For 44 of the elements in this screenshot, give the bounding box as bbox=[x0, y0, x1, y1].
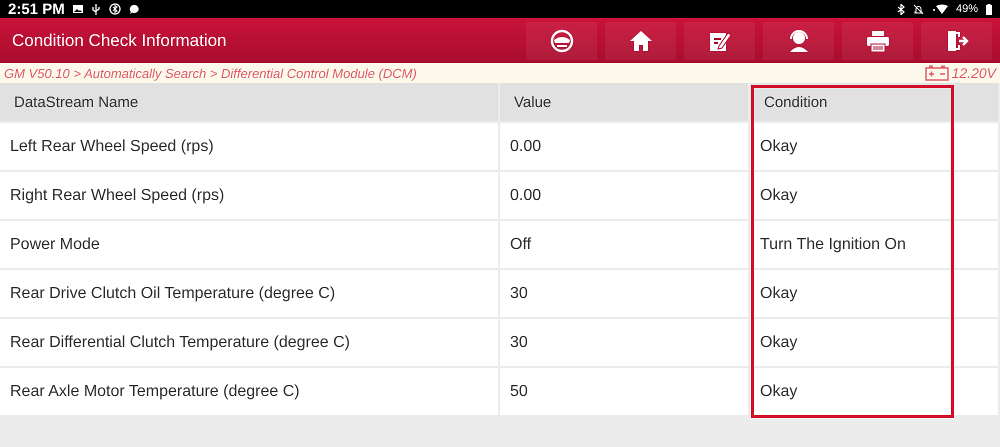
battery-voltage: 12.20V bbox=[952, 65, 996, 81]
table-cell: Turn The Ignition On bbox=[750, 219, 1000, 268]
wifi-icon bbox=[932, 4, 948, 14]
steering-wheel-car-icon bbox=[550, 28, 574, 52]
edit-note-button[interactable] bbox=[684, 22, 755, 60]
table-cell: 50 bbox=[500, 366, 750, 415]
table-cell: Rear Axle Motor Temperature (degree C) bbox=[0, 366, 500, 415]
table-cell: 0.00 bbox=[500, 121, 750, 170]
clock-time: 2:51 PM bbox=[8, 0, 65, 18]
table-cell: Okay bbox=[750, 268, 1000, 317]
image-icon bbox=[72, 4, 83, 14]
battery-percent: 49% bbox=[956, 3, 978, 15]
screen-title: Condition Check Information bbox=[12, 30, 228, 50]
table-cell: 0.00 bbox=[500, 170, 750, 219]
table-cell: Okay bbox=[750, 170, 1000, 219]
printer-button[interactable] bbox=[842, 22, 913, 60]
exit-door-button[interactable] bbox=[921, 22, 992, 60]
table-cell: Okay bbox=[750, 121, 1000, 170]
bluetooth-icon bbox=[896, 4, 905, 14]
breadcrumb-path: GM V50.10 > Automatically Search > Differential Control Module (DCM) bbox=[4, 66, 417, 80]
table-cell: Rear Drive Clutch Oil Temperature (degree C) bbox=[0, 268, 500, 317]
home-icon bbox=[628, 28, 652, 52]
column-header: Condition bbox=[750, 83, 1000, 121]
chat-bubble-icon bbox=[128, 4, 140, 14]
car-battery-icon bbox=[924, 65, 949, 81]
bluetooth-circle-icon bbox=[108, 3, 121, 15]
table-cell: 30 bbox=[500, 317, 750, 366]
table-cell: Okay bbox=[750, 317, 1000, 366]
home-button[interactable] bbox=[605, 22, 676, 60]
battery-icon bbox=[986, 4, 992, 14]
column-header: Value bbox=[500, 83, 750, 121]
table-cell: 30 bbox=[500, 268, 750, 317]
mute-bell-icon bbox=[912, 4, 924, 14]
table-cell: Off bbox=[500, 219, 750, 268]
usb-icon bbox=[90, 4, 101, 14]
column-header: DataStream Name bbox=[0, 83, 500, 121]
table-cell: Right Rear Wheel Speed (rps) bbox=[0, 170, 500, 219]
table-cell: Power Mode bbox=[0, 219, 500, 268]
table-cell: Okay bbox=[750, 366, 1000, 415]
table-cell: Left Rear Wheel Speed (rps) bbox=[0, 121, 500, 170]
headset-person-button[interactable] bbox=[763, 22, 834, 60]
printer-icon bbox=[866, 28, 890, 52]
steering-wheel-car-button[interactable] bbox=[526, 22, 597, 60]
table-cell: Rear Differential Clutch Temperature (degree C) bbox=[0, 317, 500, 366]
